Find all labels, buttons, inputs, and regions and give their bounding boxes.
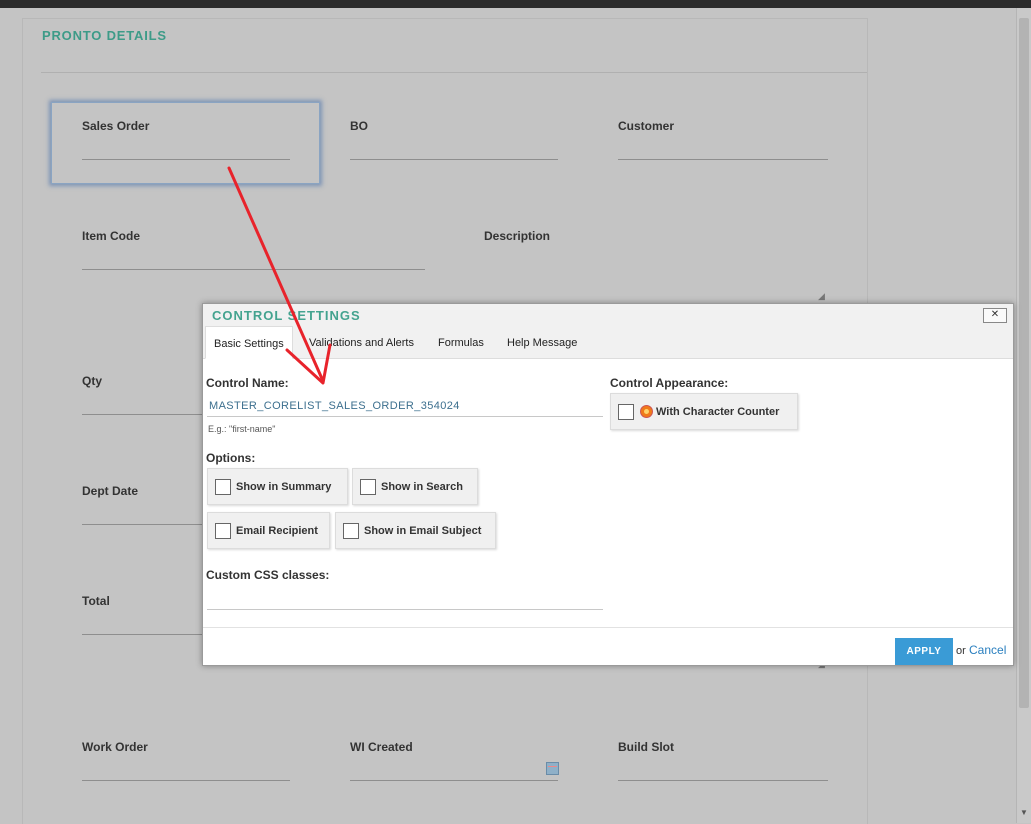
character-counter-icon xyxy=(640,405,653,418)
show-in-email-subject-checkbox[interactable] xyxy=(343,523,359,539)
cancel-link[interactable]: Cancel xyxy=(969,643,1006,657)
control-name-hint: E.g.: "first-name" xyxy=(208,424,276,434)
description-label: Description xyxy=(484,229,551,243)
show-in-summary-option[interactable]: Show in Summary xyxy=(207,468,348,505)
control-name-label: Control Name: xyxy=(206,376,289,390)
scroll-down-icon[interactable]: ▼ xyxy=(1020,809,1028,817)
control-appearance-label: Control Appearance: xyxy=(610,376,729,390)
show-in-summary-label: Show in Summary xyxy=(236,481,332,493)
tab-validations-and-alerts[interactable]: Validations and Alerts xyxy=(309,326,414,358)
page-scrollbar[interactable]: ▼ xyxy=(1016,8,1031,823)
custom-css-label: Custom CSS classes: xyxy=(206,568,330,582)
title-divider xyxy=(41,72,867,73)
scrollbar-thumb[interactable] xyxy=(1019,18,1029,708)
email-recipient-label: Email Recipient xyxy=(236,525,318,537)
control-name-input[interactable]: MASTER_CORELIST_SALES_ORDER_354024 xyxy=(207,395,603,417)
bo-label: BO xyxy=(350,119,368,133)
show-in-email-subject-label: Show in Email Subject xyxy=(364,525,482,537)
total-input[interactable] xyxy=(82,634,202,635)
build-slot-label: Build Slot xyxy=(618,740,674,754)
close-icon[interactable]: ✕ xyxy=(983,308,1007,323)
show-in-summary-checkbox[interactable] xyxy=(215,479,231,495)
total-label: Total xyxy=(82,594,110,608)
tab-basic-settings[interactable]: Basic Settings xyxy=(205,326,293,359)
top-bar xyxy=(0,0,1031,8)
tab-help-message[interactable]: Help Message xyxy=(507,326,577,358)
dialog-title: CONTROL SETTINGS xyxy=(212,308,361,323)
dialog-footer-divider xyxy=(203,627,1013,628)
custom-css-input[interactable] xyxy=(207,589,603,610)
dialog-tabs: Basic Settings Validations and Alerts Fo… xyxy=(203,326,1013,359)
character-counter-checkbox[interactable] xyxy=(618,404,634,420)
show-in-email-subject-option[interactable]: Show in Email Subject xyxy=(335,512,496,549)
qty-input[interactable] xyxy=(82,414,202,415)
show-in-search-option[interactable]: Show in Search xyxy=(352,468,478,505)
character-counter-option[interactable]: With Character Counter xyxy=(610,393,798,430)
or-text: or xyxy=(956,645,966,657)
wi-created-label: WI Created xyxy=(350,740,413,754)
calendar-icon[interactable] xyxy=(546,762,559,775)
wi-created-input[interactable] xyxy=(350,780,558,781)
dept-date-input[interactable] xyxy=(82,524,202,525)
resize-handle-icon[interactable]: ◢ xyxy=(818,291,825,302)
form-title: PRONTO DETAILS xyxy=(42,28,167,43)
show-in-search-checkbox[interactable] xyxy=(360,479,376,495)
control-settings-dialog: CONTROL SETTINGS ✕ Basic Settings Valida… xyxy=(202,303,1014,666)
qty-label: Qty xyxy=(82,374,103,388)
show-in-search-label: Show in Search xyxy=(381,481,463,493)
item-code-label: Item Code xyxy=(82,229,141,243)
dialog-header: CONTROL SETTINGS ✕ xyxy=(203,304,1013,326)
dept-date-label: Dept Date xyxy=(82,484,139,498)
options-label: Options: xyxy=(206,451,256,465)
sales-order-label: Sales Order xyxy=(82,119,150,133)
work-order-label: Work Order xyxy=(82,740,148,754)
tab-formulas[interactable]: Formulas xyxy=(438,326,484,358)
item-code-input[interactable] xyxy=(82,269,425,270)
email-recipient-option[interactable]: Email Recipient xyxy=(207,512,330,549)
sales-order-field-selected[interactable] xyxy=(51,102,320,184)
email-recipient-checkbox[interactable] xyxy=(215,523,231,539)
build-slot-input[interactable] xyxy=(618,780,828,781)
customer-input[interactable] xyxy=(618,159,828,160)
sales-order-input[interactable] xyxy=(82,159,290,160)
customer-label: Customer xyxy=(618,119,675,133)
apply-button[interactable]: APPLY xyxy=(895,638,953,665)
character-counter-label: With Character Counter xyxy=(656,406,780,418)
work-order-input[interactable] xyxy=(82,780,290,781)
bo-input[interactable] xyxy=(350,159,558,160)
